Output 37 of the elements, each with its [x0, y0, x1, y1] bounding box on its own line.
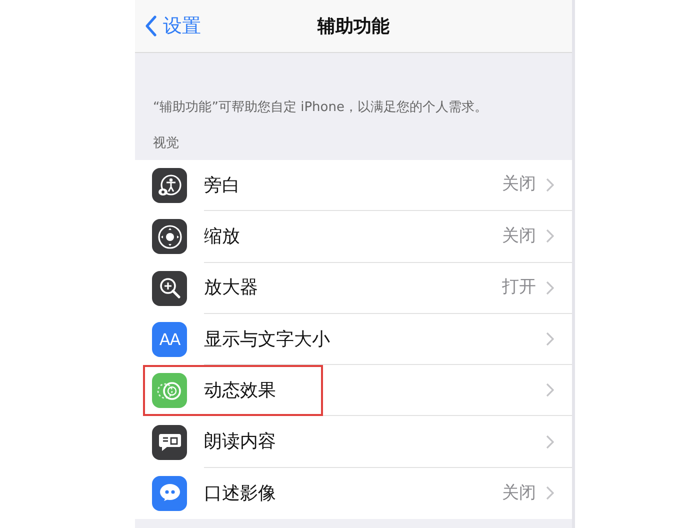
list-item[interactable]: 动态效果: [135, 365, 572, 416]
page-title: 辅助功能: [318, 16, 390, 36]
chevron-icon: [546, 383, 554, 398]
list-item[interactable]: 朗读内容: [135, 416, 572, 468]
chevron-icon: [546, 434, 554, 449]
item-label: 朗读内容: [204, 430, 277, 454]
accessibility-icon: [152, 168, 187, 204]
speech-bubble-icon: [152, 476, 187, 511]
text-size-icon: AA: [152, 322, 187, 358]
chevron-icon: [546, 178, 554, 192]
item-label: 放大器: [204, 276, 259, 300]
list-item[interactable]: 旁白 关闭: [135, 160, 572, 212]
item-label: 显示与文字大小: [204, 328, 331, 352]
item-label: 动态效果: [204, 378, 277, 403]
motion-icon: [152, 373, 187, 408]
chevron-icon: [546, 229, 554, 244]
item-value: 关闭: [502, 482, 536, 505]
list-item[interactable]: AA 显示与文字大小: [135, 314, 572, 366]
chevron-icon: [546, 280, 554, 295]
item-value: 关闭: [502, 173, 536, 196]
item-value: 打开: [502, 276, 536, 299]
item-label: 旁白: [204, 174, 241, 198]
item-label: 口述影像: [204, 482, 277, 506]
item-label: 缩放: [204, 224, 241, 249]
chevron-icon: [546, 332, 554, 346]
back-chevron-icon: [145, 15, 157, 37]
back-button[interactable]: 设置: [135, 10, 207, 42]
list-item[interactable]: 放大器 打开: [135, 262, 572, 314]
description-text: “辅助功能”可帮助您自定 iPhone，以满足您的个人需求。: [153, 100, 488, 115]
item-value: 关闭: [502, 224, 536, 248]
zoom-icon: [152, 219, 187, 254]
magnifier-icon: [152, 270, 187, 306]
section-header: 视觉: [153, 136, 179, 150]
chevron-icon: [546, 486, 554, 500]
list-item[interactable]: 口述影像 关闭: [135, 468, 572, 520]
speech-bubble-icon: [152, 424, 187, 460]
list-item[interactable]: 缩放 关闭: [135, 211, 572, 263]
